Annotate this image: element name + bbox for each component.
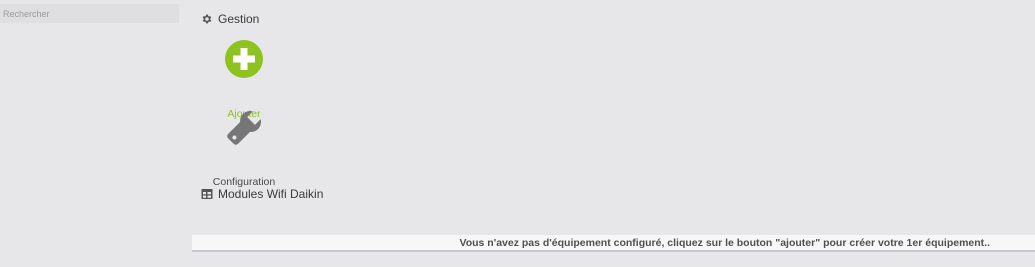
- empty-state-message: Vous n'avez pas d'équipement configuré, …: [192, 235, 1035, 252]
- wrench-icon: [224, 108, 264, 148]
- table-icon: [201, 188, 213, 200]
- gear-icon: [201, 13, 213, 25]
- empty-state-text: Vous n'avez pas d'équipement configuré, …: [459, 236, 990, 249]
- plugin-page: Gestion Ajouter Configuration: [0, 0, 1035, 267]
- modules-title: Modules Wifi Daikin: [218, 187, 324, 201]
- configuration-button[interactable]: Configuration: [199, 108, 289, 188]
- gestion-title: Gestion: [218, 12, 260, 26]
- search-input[interactable]: [0, 4, 179, 23]
- gestion-header: Gestion: [201, 12, 259, 26]
- modules-header: Modules Wifi Daikin: [201, 187, 323, 201]
- plus-circle-icon: [224, 39, 264, 79]
